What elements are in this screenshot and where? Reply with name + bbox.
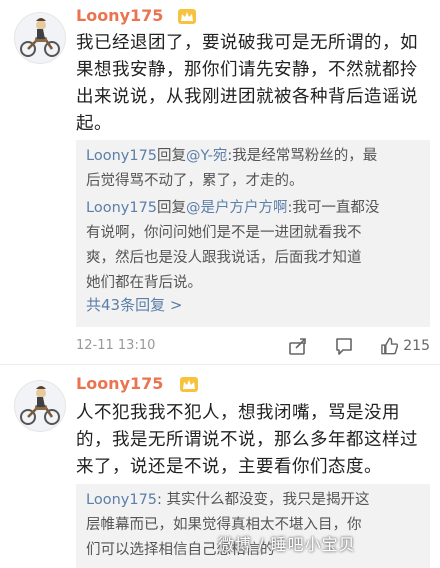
- username[interactable]: Loony175: [76, 374, 163, 394]
- username[interactable]: Loony175: [76, 6, 163, 26]
- comment-text: 我已经退团了，要说破我可是无所谓的，如 果想我安静，那你们请先安静，不然就都拎 …: [76, 30, 428, 138]
- comment-button[interactable]: [334, 336, 356, 356]
- avatar-motorcycle-icon: [20, 18, 60, 57]
- like-button[interactable]: 215: [380, 336, 430, 356]
- timestamp: 12-11 13:10: [76, 338, 156, 353]
- comment-line: 起。: [76, 114, 112, 134]
- reply-connector: 回复: [157, 200, 187, 216]
- avatar-motorcycle-icon: [20, 386, 60, 425]
- watermark: 微博 / 睡吧小宝贝: [218, 535, 356, 554]
- more-replies-link[interactable]: 共43条回复 >: [86, 294, 182, 315]
- comment-line: 人不犯我我不犯人，想我闭嘴，骂是没用: [76, 403, 400, 423]
- vip-crown-icon: [178, 9, 196, 24]
- share-icon: [289, 338, 306, 355]
- like-count: 215: [403, 338, 430, 354]
- reply-line: 有说啊，你问问她们是不是一进团就看我不: [86, 225, 362, 241]
- comment-line: 我已经退团了，要说破我可是无所谓的，如: [76, 33, 418, 53]
- avatar[interactable]: [14, 12, 66, 64]
- comment-card: Loony175 我已经退团了，要说破我可是无所谓的，如 果想我安静，那你们请先…: [0, 0, 440, 365]
- reply-author[interactable]: Loony175: [86, 200, 157, 216]
- share-button[interactable]: [288, 336, 310, 356]
- comment-icon: [336, 338, 352, 355]
- reply-connector: 回复: [157, 148, 187, 164]
- avatar[interactable]: [14, 380, 66, 432]
- thumbs-up-icon: [381, 337, 399, 355]
- reply-line: 后觉得骂不动了，累了，才走的。: [86, 173, 304, 189]
- reply-author[interactable]: Loony175: [86, 148, 157, 164]
- reply-target[interactable]: @Y-宛: [186, 148, 227, 164]
- reply-line: : 其实什么都没变，我只是揭开这: [157, 492, 370, 508]
- reply-line: :我可一直都没: [287, 200, 380, 216]
- comment-line: 出来说说，从我刚进团就被各种背后造谣说: [76, 87, 418, 107]
- reply-line: 爽，然后也是没人跟我说话，后面我才知道: [86, 250, 362, 266]
- reply-author[interactable]: Loony175: [86, 492, 157, 508]
- vip-crown-icon: [180, 377, 198, 392]
- reply-box: Loony175: 其实什么都没变，我只是揭开这 层帷幕而已，如果觉得真相太不堪…: [76, 484, 430, 568]
- comment-text: 人不犯我我不犯人，想我闭嘴，骂是没用 的，我是无所谓说不说，那么多年都这样过 来…: [76, 400, 428, 481]
- comment-line: 果想我安静，那你们请先安静，不然就都拎: [76, 60, 418, 80]
- divider: [0, 364, 440, 365]
- reply-box: Loony175回复@Y-宛:我是经常骂粉丝的，最 后觉得骂不动了，累了，才走的…: [76, 140, 430, 327]
- comment-line: 来了，说还是不说，主要看你们态度。: [76, 457, 382, 477]
- reply-item[interactable]: Loony175回复@Y-宛:我是经常骂粉丝的，最 后觉得骂不动了，累了，才走的…: [86, 144, 426, 194]
- comment-line: 的，我是无所谓说不说，那么多年都这样过: [76, 430, 418, 450]
- reply-item[interactable]: Loony175回复@是户方户方啊:我可一直都没 有说啊，你问问她们是不是一进团…: [86, 196, 426, 296]
- reply-target[interactable]: @是户方户方啊: [186, 200, 288, 216]
- reply-line: :我是经常骂粉丝的，最: [227, 148, 378, 164]
- reply-line: 她们都在背后说。: [86, 275, 202, 291]
